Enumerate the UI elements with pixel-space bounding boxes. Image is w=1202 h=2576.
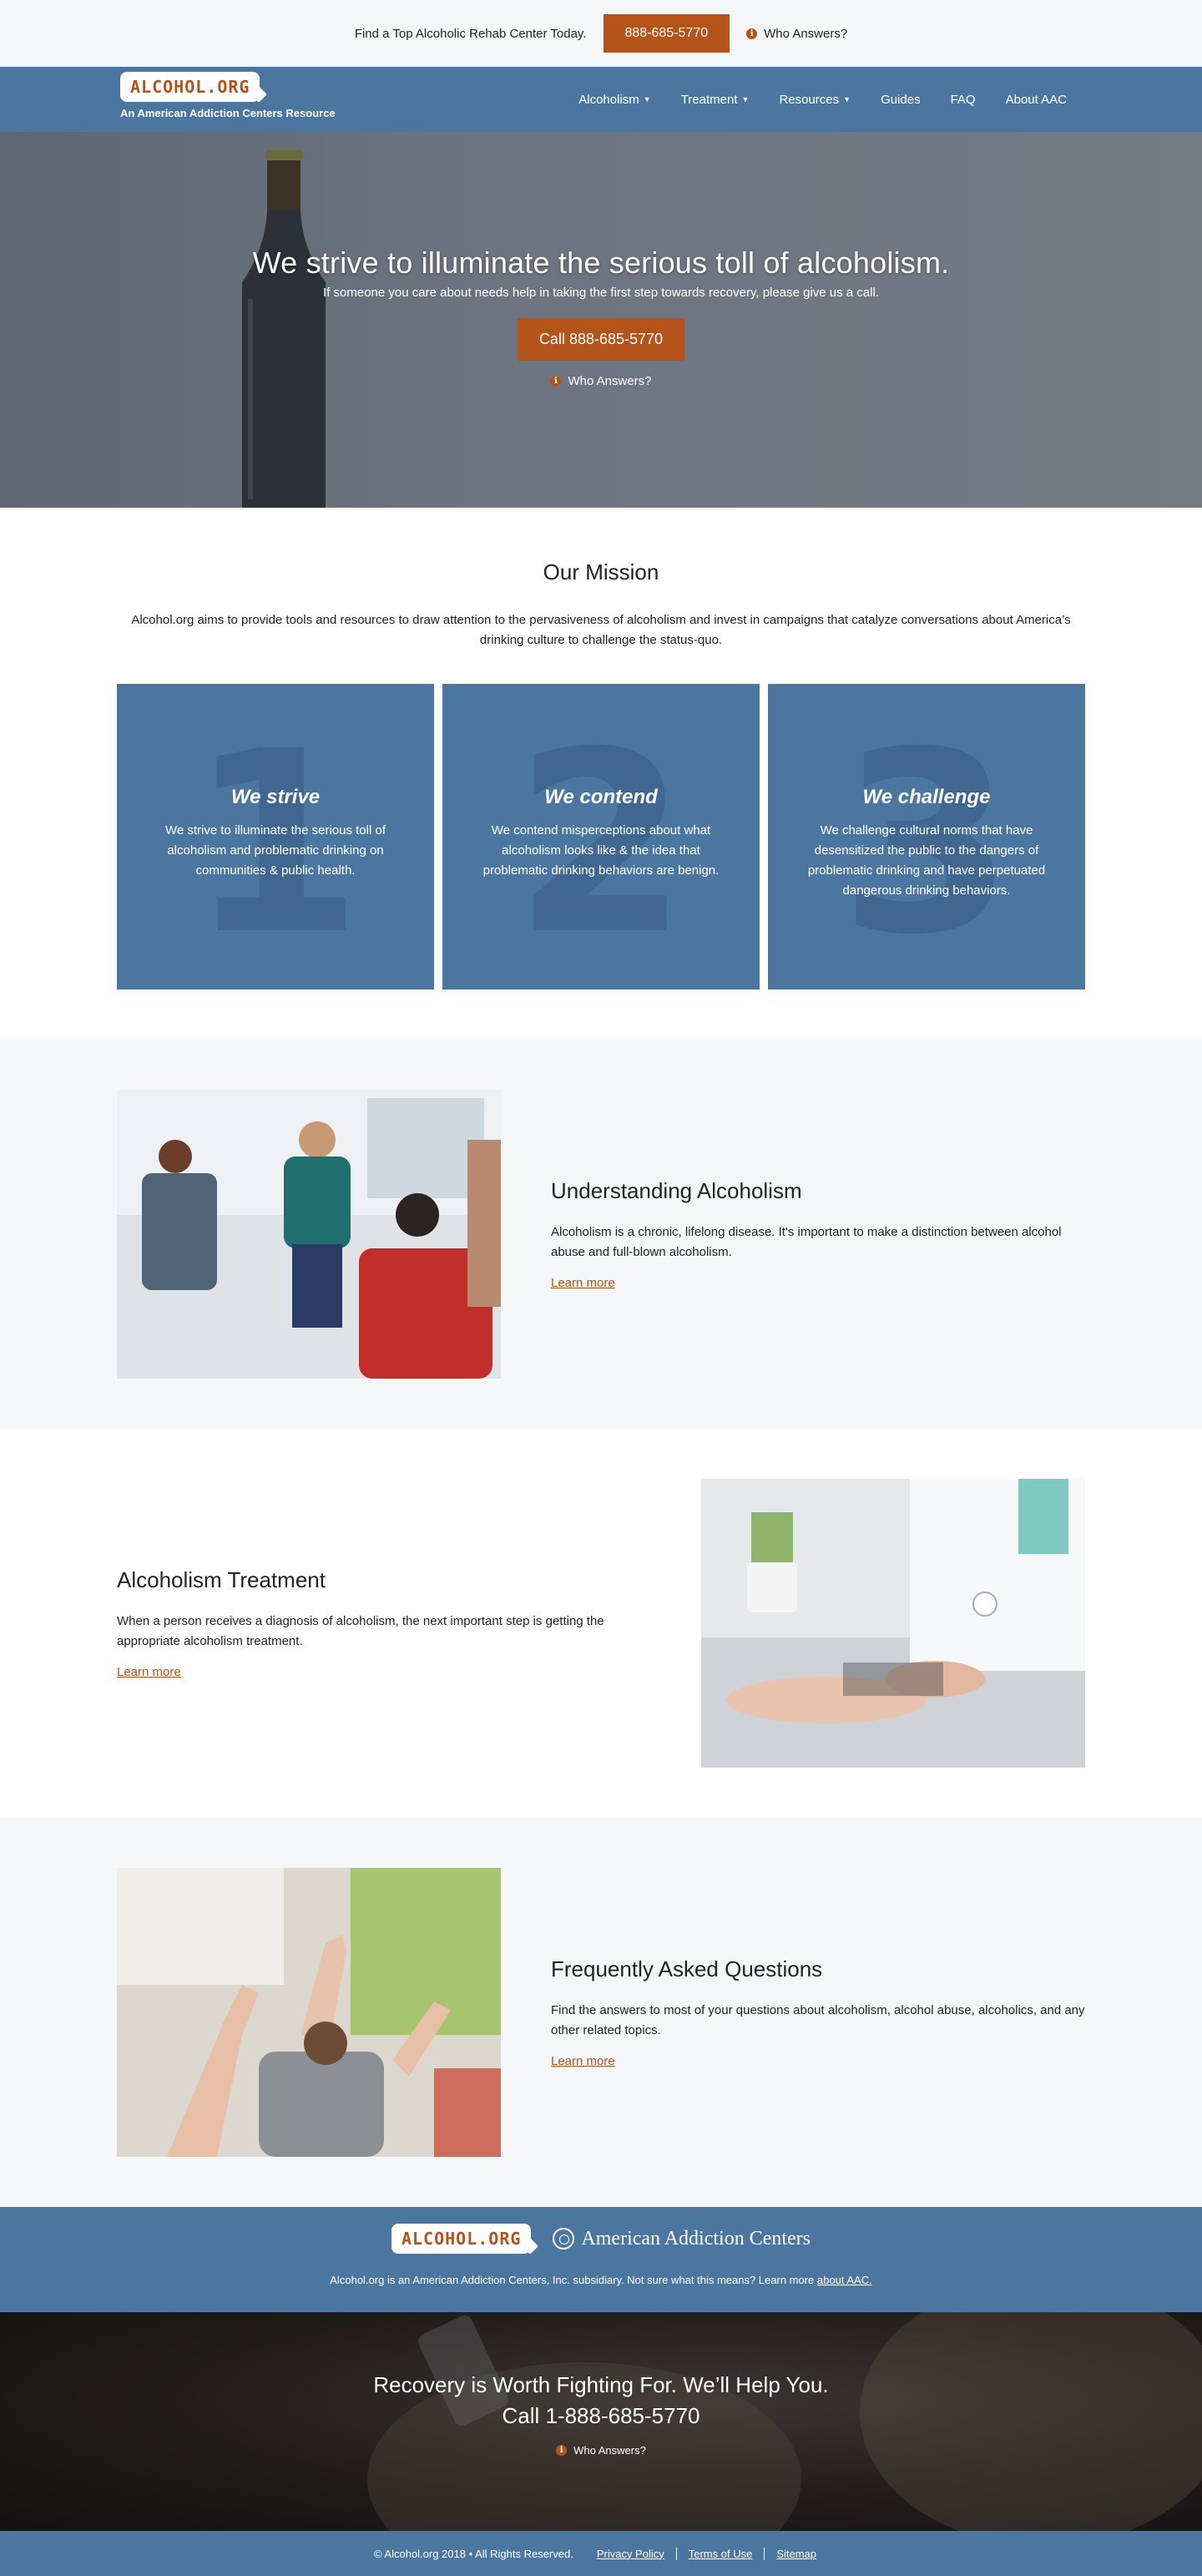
mission-text: Alcohol.org aims to provide tools and re… <box>131 613 1071 647</box>
card-title: We strive <box>230 786 321 808</box>
logo-tagline: An American Addiction Centers Resource <box>120 107 336 119</box>
card-text: We contend misperceptions about what alc… <box>482 823 720 878</box>
hero-subtitle: If someone you care about needs help in … <box>323 286 879 300</box>
hero-who-answers[interactable]: i Who Answers? <box>0 374 1202 388</box>
mission-section: Our Mission Alcohol.org aims to provide … <box>0 508 1202 1040</box>
aac-emblem-icon <box>553 2228 575 2250</box>
card-text: We strive to illuminate the serious toll… <box>164 823 386 878</box>
about-aac-link[interactable]: about AAC. <box>817 2274 872 2286</box>
main-nav: ALCOHOL.ORG An American Addiction Center… <box>0 67 1202 132</box>
topbar-call-button[interactable]: 888-685-5770 <box>603 14 730 53</box>
nav-menu: Alcoholism ▼ Treatment ▼ Resources ▼ Guides… <box>563 67 1082 132</box>
nav-item-label: Guides <box>881 92 921 107</box>
cta-title: Recovery is Worth Fighting For. We’ll He… <box>373 2372 829 2397</box>
cta-who-answers[interactable]: i Who Answers? <box>0 2444 1202 2457</box>
info-icon: i <box>746 28 758 39</box>
hero-title: We strive to illuminate the serious toll… <box>252 245 950 280</box>
who-answers-label: Who Answers? <box>764 26 848 41</box>
nav-item-treatment[interactable]: Treatment ▼ <box>666 93 765 107</box>
feature-faq: Frequently Asked Questions Find the answ… <box>0 1818 1202 2207</box>
mission-title: Our Mission <box>543 559 659 585</box>
nav-item-label: Resources <box>779 92 840 107</box>
feature-treatment: Alcoholism Treatment When a person recei… <box>0 1429 1202 1818</box>
mission-card: 1 We strive We strive to illuminate the … <box>117 684 434 989</box>
sitemap-link[interactable]: Sitemap <box>764 2547 828 2560</box>
nav-item-alcoholism[interactable]: Alcoholism ▼ <box>563 93 665 107</box>
feature-text: Alcoholism is a chronic, lifelong diseas… <box>551 1224 1062 1259</box>
logo-text: ALCOHOL.ORG <box>130 77 250 97</box>
learn-more-link[interactable]: Learn more <box>551 1276 615 1290</box>
nav-item-label: About AAC <box>1005 92 1067 107</box>
info-icon: i <box>550 376 562 387</box>
footer-cta: Recovery is Worth Fighting For. We’ll He… <box>0 2312 1202 2531</box>
doctor-consultation-photo <box>701 1479 1085 1768</box>
nav-item-label: FAQ <box>950 92 976 107</box>
topbar-text: Find a Top Alcoholic Rehab Center Today. <box>354 26 587 41</box>
footer-brand: ALCOHOL.ORG American Addiction Centers A… <box>0 2207 1202 2312</box>
subsidiary-label: Alcohol.org is an American Addiction Cen… <box>330 2274 815 2286</box>
info-icon: i <box>556 2445 568 2456</box>
feature-title: Frequently Asked Questions <box>551 1956 823 1981</box>
hero-section: We strive to illuminate the serious toll… <box>0 132 1202 508</box>
copyright: © Alcohol.org 2018 • All Rights Reserved… <box>373 2547 573 2560</box>
card-title: We challenge <box>862 786 991 808</box>
topbar-who-answers[interactable]: i Who Answers? <box>746 27 847 41</box>
privacy-policy-link[interactable]: Privacy Policy <box>585 2548 676 2560</box>
logo-badge: ALCOHOL.ORG <box>120 72 260 102</box>
hero-content: We strive to illuminate the serious toll… <box>0 132 1202 388</box>
who-answers-label: Who Answers? <box>573 2444 646 2457</box>
feature-text: Find the answers to most of your questio… <box>551 2002 1085 2037</box>
caret-down-icon: ▼ <box>741 95 750 104</box>
caret-down-icon: ▼ <box>843 95 851 104</box>
caret-down-icon: ▼ <box>643 95 651 104</box>
mission-card: 3 We challenge We challenge cultural nor… <box>768 684 1085 989</box>
nav-item-label: Alcoholism <box>578 92 639 107</box>
card-text: We challenge cultural norms that have de… <box>807 823 1046 898</box>
nav-item-resources[interactable]: Resources ▼ <box>764 93 866 107</box>
learn-more-link[interactable]: Learn more <box>551 2054 615 2068</box>
feature-title: Alcoholism Treatment <box>117 1566 326 1592</box>
card-title: We contend <box>544 786 658 808</box>
feature-title: Understanding Alcoholism <box>551 1177 802 1203</box>
aac-name: American Addiction Centers <box>581 2227 811 2250</box>
feature-understanding: Understanding Alcoholism Alcoholism is a… <box>0 1040 1202 1429</box>
subsidiary-text: Alcohol.org is an American Addiction Cen… <box>0 2274 1202 2286</box>
aac-logo[interactable]: American Addiction Centers <box>553 2228 811 2250</box>
top-bar: Find a Top Alcoholic Rehab Center Today.… <box>0 0 1202 67</box>
nav-item-about-aac[interactable]: About AAC <box>991 93 1082 107</box>
site-logo[interactable]: ALCOHOL.ORG An American Addiction Center… <box>120 72 336 119</box>
mission-card: 2 We contend We contend misperceptions a… <box>442 684 760 989</box>
cta-phone[interactable]: Call 1-888-685-5770 <box>0 2403 1202 2429</box>
group-therapy-photo <box>117 1090 501 1379</box>
terms-of-use-link[interactable]: Terms of Use <box>675 2547 765 2560</box>
nav-item-label: Treatment <box>680 92 738 107</box>
mission-cards: 1 We strive We strive to illuminate the … <box>117 684 1085 989</box>
bottom-bar: © Alcohol.org 2018 • All Rights Reserved… <box>0 2531 1202 2576</box>
who-answers-label: Who Answers? <box>568 374 652 388</box>
learn-more-link[interactable]: Learn more <box>117 1665 181 1679</box>
raised-hands-photo <box>117 1868 501 2157</box>
feature-text: When a person receives a diagnosis of al… <box>117 1613 604 1648</box>
nav-item-guides[interactable]: Guides <box>866 93 936 107</box>
logo-text: ALCOHOL.ORG <box>401 2229 522 2249</box>
footer-logo[interactable]: ALCOHOL.ORG <box>391 2224 532 2254</box>
hero-call-button[interactable]: Call 888-685-5770 <box>517 318 685 361</box>
nav-item-faq[interactable]: FAQ <box>936 93 991 107</box>
